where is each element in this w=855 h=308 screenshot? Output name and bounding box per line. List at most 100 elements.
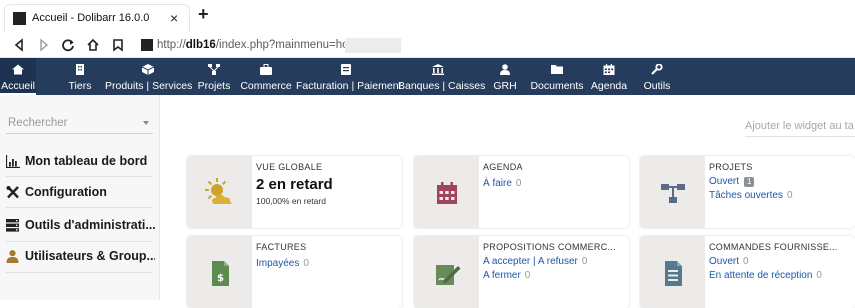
sidebar-item-label: Configuration — [25, 185, 107, 199]
card-title: FACTURES — [256, 242, 307, 252]
menu-item-outils[interactable]: Outils — [640, 58, 674, 95]
project-icon — [661, 184, 685, 203]
sidebar-item-label: Utilisateurs & Group... — [25, 249, 155, 263]
open-tasks-link[interactable]: Tâches ouvertes 0 — [709, 190, 793, 201]
top-menu: Accueil Tiers Produits | Services Projet… — [0, 58, 855, 95]
card-agenda[interactable]: AGENDA À faire 0 — [414, 156, 629, 228]
dolibarr-favicon-icon — [13, 12, 26, 25]
card-commandes-fournisseurs[interactable]: COMMANDES FOURNISSE... Ouvert 0 En attent… — [640, 236, 855, 308]
chart-icon — [6, 155, 20, 168]
browser-tab-bar: Accueil - Dolibarr 16.0.0 × + — [0, 0, 855, 33]
server-icon — [6, 219, 19, 232]
folder-icon — [551, 65, 563, 74]
card-title: AGENDA — [483, 162, 523, 172]
menu-item-agenda[interactable]: Agenda — [589, 58, 629, 95]
sidebar-item-mon-tableau-de-bord[interactable]: Mon tableau de bord — [6, 152, 152, 172]
menu-label: Projets — [197, 80, 231, 92]
tools-icon — [6, 186, 19, 199]
menu-item-grh[interactable]: GRH — [490, 58, 520, 95]
orders-open-link[interactable]: Ouvert 0 — [709, 256, 749, 267]
menu-label: Commerce — [240, 80, 292, 92]
user-icon — [6, 250, 19, 263]
menu-label: Produits | Services — [105, 80, 193, 92]
line-label: A fermer — [483, 270, 521, 281]
unpaid-invoices-link[interactable]: Impayées 0 — [256, 258, 309, 269]
menu-item-commerce[interactable]: Commerce — [239, 58, 293, 95]
forward-icon[interactable] — [37, 38, 51, 52]
wrench-icon — [651, 64, 663, 75]
invoice-icon — [341, 64, 351, 75]
menu-item-accueil[interactable]: Accueil — [0, 58, 36, 95]
menu-item-banques-caisses[interactable]: Banques | Caisses — [398, 58, 485, 95]
line-count: 0 — [786, 190, 793, 201]
menu-label: Documents — [530, 80, 584, 92]
menu-label: Outils — [643, 80, 671, 92]
menu-label: Agenda — [590, 80, 628, 92]
calendar-icon — [437, 182, 457, 204]
line-count: 0 — [743, 256, 749, 267]
add-widget-underline — [745, 136, 855, 137]
line-label: Tâches ouvertes — [709, 190, 783, 201]
card-propositions-commerciales[interactable]: PROPOSITIONS COMMERC... A accepter | A r… — [414, 236, 629, 308]
line-label: À faire — [483, 178, 512, 189]
menu-label: Tiers — [68, 80, 92, 92]
card-icon-box: $ — [187, 236, 252, 308]
url-highlight — [345, 38, 401, 53]
proposals-to-close-link[interactable]: A fermer 0 — [483, 270, 530, 281]
card-title: VUE GLOBALE — [256, 162, 323, 172]
card-icon-box — [187, 156, 252, 228]
menu-item-documents[interactable]: Documents — [530, 58, 584, 95]
user-icon — [500, 64, 510, 75]
card-icon-box — [414, 156, 479, 228]
project-icon — [208, 64, 220, 75]
menu-item-tiers[interactable]: Tiers — [60, 58, 100, 95]
line-label: En attente de réception — [709, 270, 813, 281]
chevron-down-icon — [143, 121, 149, 125]
browser-tab[interactable]: Accueil - Dolibarr 16.0.0 × — [4, 4, 190, 32]
back-icon[interactable] — [12, 38, 26, 52]
menu-item-produits-services[interactable]: Produits | Services — [105, 58, 193, 95]
menu-label: GRH — [493, 80, 517, 92]
sidebar-item-utilisateurs-groupes[interactable]: Utilisateurs & Group... — [6, 247, 155, 267]
line-count: 0 — [816, 270, 822, 281]
orders-awaiting-reception-link[interactable]: En attente de réception 0 — [709, 270, 822, 281]
bookmark-icon[interactable] — [111, 38, 125, 52]
card-factures[interactable]: $ FACTURES Impayées 0 — [187, 236, 402, 308]
menu-item-projets[interactable]: Projets — [196, 58, 232, 95]
card-vue-globale[interactable]: VUE GLOBALE 2 en retard 100,00% en retar… — [187, 156, 402, 228]
sidebar-item-configuration[interactable]: Configuration — [6, 183, 152, 203]
card-projets[interactable]: PROJETS Ouvert 1 Tâches ouvertes 0 — [640, 156, 855, 228]
order-icon — [665, 261, 682, 286]
home-icon[interactable] — [86, 38, 100, 52]
menu-item-facturation-paiement[interactable]: Facturation | Paiement — [296, 58, 401, 95]
projects-open-link[interactable]: Ouvert 1 — [709, 176, 755, 187]
proposals-to-sign-link[interactable]: A accepter | A refuser 0 — [483, 256, 587, 267]
sidebar-item-outils-administration[interactable]: Outils d'administrati... — [6, 216, 155, 236]
late-count[interactable]: 2 en retard — [256, 176, 333, 193]
line-count: 0 — [524, 270, 531, 281]
new-tab-button[interactable]: + — [198, 4, 209, 25]
card-icon-box — [640, 236, 705, 308]
search-select[interactable]: Rechercher — [6, 112, 153, 134]
calendar-icon — [603, 64, 615, 75]
url-field[interactable]: http://dlb16/index.php?mainmenu=home — [157, 39, 364, 51]
building-icon — [76, 64, 84, 75]
agenda-todo-link[interactable]: À faire 0 — [483, 178, 521, 189]
svg-text:$: $ — [217, 273, 224, 284]
url-path: /index.php?mainmenu=home — [215, 39, 365, 51]
cube-icon — [142, 64, 154, 75]
sidebar-item-label: Outils d'administrati... — [25, 218, 155, 232]
bank-icon — [432, 64, 444, 75]
reload-icon[interactable] — [61, 38, 75, 52]
line-label: A accepter | A refuser — [483, 256, 578, 267]
sidebar-item-label: Mon tableau de bord — [25, 154, 148, 168]
line-label: Impayées — [256, 258, 300, 269]
search-placeholder: Rechercher — [8, 117, 68, 129]
close-tab-icon[interactable]: × — [170, 10, 178, 26]
divider — [6, 272, 152, 273]
divider — [6, 176, 152, 177]
card-icon-box — [414, 236, 479, 308]
home-icon — [12, 64, 24, 75]
browser-nav-bar — [0, 33, 855, 58]
add-widget-select[interactable]: Ajouter le widget au ta — [745, 120, 854, 132]
